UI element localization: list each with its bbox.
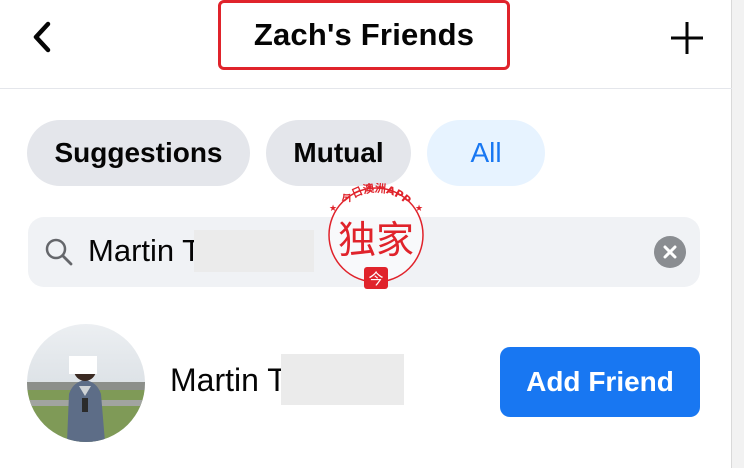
- search-icon: [45, 238, 73, 266]
- watermark-badge-text: 今: [368, 270, 383, 288]
- watermark-main-text: 独家: [338, 218, 414, 262]
- svg-text:★: ★: [415, 203, 423, 213]
- filter-all[interactable]: All: [427, 120, 545, 186]
- add-button[interactable]: [667, 18, 707, 58]
- add-friend-button[interactable]: Add Friend: [500, 347, 700, 417]
- search-value: Martin T: [88, 233, 202, 268]
- header: Zach's Friends: [0, 0, 732, 89]
- title-highlight: Zach's Friends: [218, 0, 510, 70]
- watermark-stamp: 今日澳洲APP ★ ★ 独家 今: [315, 181, 437, 295]
- redaction-box: [281, 354, 404, 405]
- scrollbar-edge: [731, 0, 744, 468]
- clear-search-button[interactable]: [654, 236, 686, 268]
- result-name[interactable]: Martin T: [170, 362, 287, 399]
- page-title: Zach's Friends: [253, 17, 475, 52]
- plus-icon: [671, 22, 703, 54]
- back-button[interactable]: [28, 18, 60, 58]
- clear-icon: [663, 245, 677, 259]
- avatar[interactable]: [27, 324, 145, 442]
- svg-text:★: ★: [329, 203, 337, 213]
- redaction-box: [194, 230, 314, 272]
- filter-suggestions[interactable]: Suggestions: [27, 120, 250, 186]
- chevron-left-icon: [33, 21, 51, 53]
- profile-photo: [27, 324, 145, 442]
- filter-mutual[interactable]: Mutual: [266, 120, 411, 186]
